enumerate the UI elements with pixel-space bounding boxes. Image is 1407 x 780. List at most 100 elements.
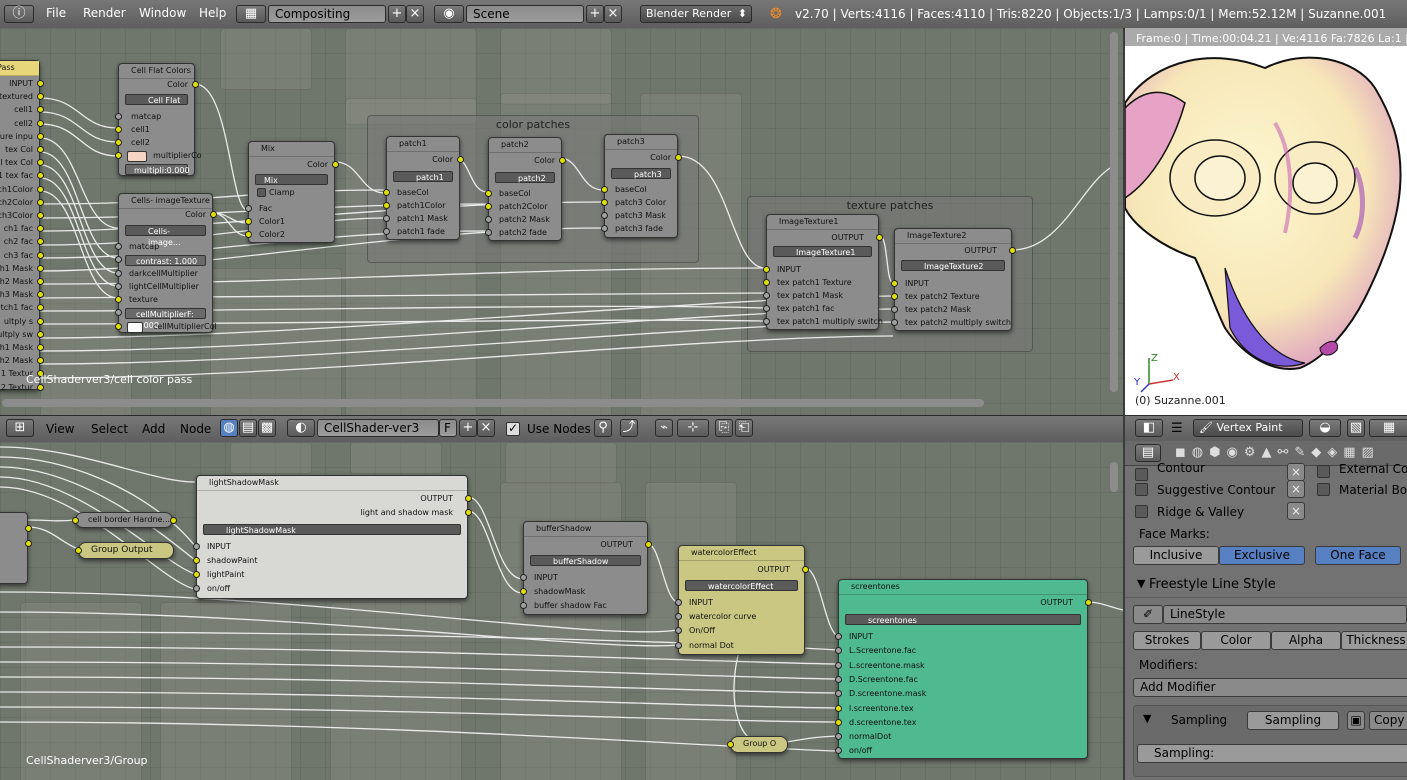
input-socket[interactable] [115,323,122,330]
ridge-valley-checkbox[interactable] [1135,505,1148,518]
input-socket[interactable] [763,266,770,273]
node-group-select[interactable]: lightShadowMask [203,524,461,535]
output-socket[interactable] [37,344,44,351]
number-field[interactable]: multipli:0.000 [125,164,190,175]
output-socket[interactable] [645,541,652,548]
input-socket[interactable] [601,186,608,193]
texture-icon[interactable]: ▧ [1347,419,1365,437]
info-editor-type-icon[interactable]: ⓘ [4,5,34,23]
output-socket[interactable] [1085,599,1092,606]
snap-element-icon[interactable]: ⊹ [677,419,709,437]
output-socket[interactable] [37,146,44,153]
node-image-texture2[interactable]: ImageTexture2 OUTPUT ImageTexture2 INPUT… [891,228,1016,331]
input-socket[interactable] [675,642,682,649]
input-socket[interactable] [763,305,770,312]
node-group-select[interactable]: ImageTexture1 [773,246,872,257]
input-socket[interactable] [193,571,200,578]
input-socket[interactable] [835,690,842,697]
output-socket[interactable] [37,80,44,87]
line-style-icon[interactable]: ✐ [1133,605,1163,624]
node-patch3[interactable]: patch3 Color patch3 baseCol patch3 Color… [601,134,682,238]
fake-user-button[interactable]: F [439,419,457,437]
face-marks-exclusive-button[interactable]: Exclusive [1219,546,1305,565]
input-socket[interactable] [601,225,608,232]
shader-node-editor[interactable]: cell border Hardne... Group Output light… [0,442,1123,780]
menu-add[interactable]: Add [142,422,165,436]
face-marks-inclusive-button[interactable]: Inclusive [1133,546,1219,565]
node-group-select[interactable]: patch3 [611,168,671,179]
line-style-section-title[interactable]: Freestyle Line Style [1149,577,1276,592]
input-socket[interactable] [383,215,390,222]
menu-select[interactable]: Select [91,422,128,436]
menu-node[interactable]: Node [180,422,211,436]
input-socket[interactable] [115,243,122,250]
input-socket[interactable] [383,228,390,235]
context-tab-icons[interactable]: ◼◍⬢◉⚙▲⚯✎◆◈▦▨ [1175,445,1380,460]
input-socket[interactable] [835,747,842,754]
input-socket[interactable] [520,588,527,595]
node-group-select[interactable]: watercolorEffect [685,580,798,591]
input-socket[interactable] [193,543,200,550]
input-socket[interactable] [115,283,122,290]
output-socket[interactable] [37,330,44,338]
collapse-triangle-icon[interactable]: ▼ [1143,712,1151,725]
menu-window[interactable]: Window [139,6,186,20]
suggestive-contour-checkbox[interactable] [1135,483,1148,496]
input-socket[interactable] [835,705,842,712]
output-socket[interactable] [332,161,339,168]
input-socket[interactable] [115,126,122,133]
node-group-output-2[interactable]: Group O [727,736,788,753]
vertical-scrollbar[interactable] [1110,462,1118,492]
output-socket[interactable] [802,566,809,573]
input-socket[interactable] [601,212,608,219]
output-socket[interactable] [170,517,177,524]
output-socket[interactable] [559,157,566,164]
use-nodes-checkbox[interactable]: ✓ [506,422,520,436]
menu-icon[interactable]: ☰ [1171,421,1183,436]
input-socket[interactable] [193,557,200,564]
number-field[interactable]: cellMultiplierF: 1.000 [125,308,206,330]
input-socket[interactable] [485,229,492,236]
parent-tree-icon[interactable]: ⤴ [620,419,638,437]
node-group-select[interactable]: ImageTexture2 [901,260,1005,271]
output-socket[interactable] [457,156,464,163]
input-socket[interactable] [835,633,842,640]
layers-icon[interactable]: ▦ [1369,419,1407,437]
line-style-name-field[interactable]: LineStyle [1163,605,1407,624]
copy-nodes-icon[interactable]: ⎘ [715,419,733,437]
tab-alpha[interactable]: Alpha [1271,631,1341,650]
input-socket[interactable] [601,199,608,206]
number-field[interactable]: contrast: 1.000 [125,255,206,266]
sampling-name-field[interactable]: Sampling [1247,711,1339,730]
input-socket[interactable] [835,733,842,740]
input-socket[interactable] [115,113,122,120]
editor-type-icon[interactable]: ▤ [1135,444,1161,462]
input-socket[interactable] [891,280,898,287]
node-mix[interactable]: Mix Color Mix Clamp Fac Color1 Color2 [245,141,339,243]
remove-screen-icon[interactable]: × [406,5,424,23]
node-cell-color-pass-partial[interactable]: Pass INPUT textured cell1 cell2 ure inpu tex … [0,60,44,392]
node-group-select[interactable]: screentones [845,614,1081,625]
input-socket[interactable] [245,231,252,238]
copy-modifier-button[interactable]: Copy [1369,711,1407,730]
output-socket[interactable] [25,525,32,532]
output-socket[interactable] [210,211,217,218]
screen-layout-icon[interactable]: ▦ [236,5,266,23]
input-socket[interactable] [727,741,734,748]
node-image-texture1[interactable]: ImageTexture1 OUTPUT ImageTexture1 INPUT… [763,214,883,330]
output-socket[interactable] [37,278,44,285]
remove-scene-icon[interactable]: × [604,5,622,23]
color-swatch[interactable] [127,151,147,162]
input-socket[interactable] [675,613,682,620]
output-socket[interactable] [465,509,472,516]
output-socket[interactable] [1009,247,1016,254]
vertical-scrollbar[interactable] [1110,32,1118,392]
node-group-select[interactable]: patch1 [393,171,453,182]
input-socket[interactable] [891,293,898,300]
sampling-toggle-icon[interactable]: ▣ [1347,711,1365,730]
ridge-valley-remove-icon[interactable]: × [1287,502,1305,520]
input-socket[interactable] [115,256,122,263]
output-socket[interactable] [876,234,883,241]
input-socket[interactable] [75,547,82,554]
clamp-checkbox[interactable] [257,188,266,197]
